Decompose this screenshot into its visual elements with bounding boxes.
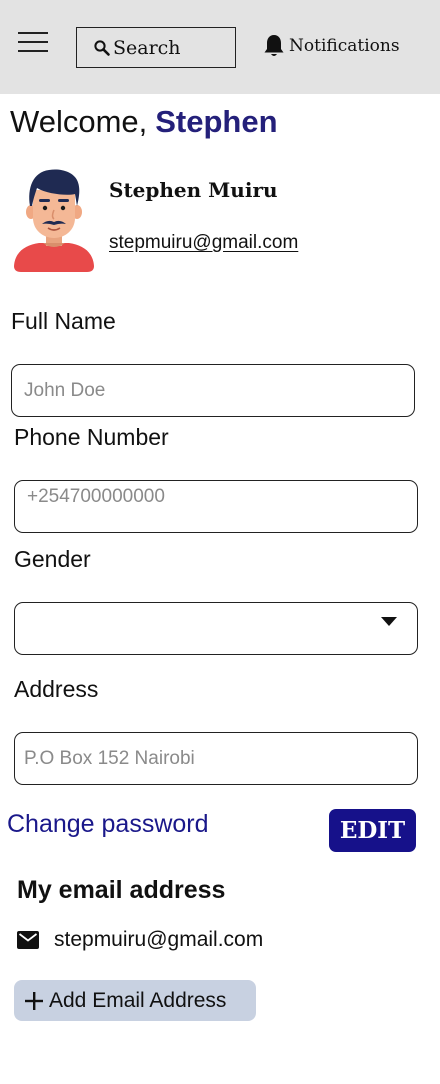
address-input[interactable] — [24, 733, 402, 784]
address-field[interactable] — [14, 732, 418, 785]
edit-button[interactable]: EDIT — [329, 809, 416, 852]
search-label: Search — [113, 36, 181, 59]
notifications-label: Notifications — [289, 36, 400, 56]
full-name-field[interactable] — [11, 364, 415, 417]
menu-icon[interactable] — [18, 32, 48, 52]
search-input[interactable]: Search — [76, 27, 236, 68]
welcome-username: Stephen — [155, 104, 278, 139]
email-section-heading: My email address — [17, 876, 226, 904]
full-name-label: Full Name — [11, 308, 116, 334]
change-password-link[interactable]: Change password — [7, 810, 209, 839]
gender-select[interactable] — [14, 602, 418, 655]
email-address-text: stepmuiru@gmail.com — [54, 928, 264, 951]
search-icon — [94, 39, 110, 56]
welcome-heading: Welcome, Stephen — [10, 104, 278, 140]
phone-number-label: Phone Number — [14, 424, 169, 450]
email-list-item: stepmuiru@gmail.com — [17, 928, 263, 952]
add-email-label: Add Email Address — [49, 988, 227, 1012]
phone-number-field[interactable] — [14, 471, 418, 533]
address-label: Address — [14, 676, 99, 702]
notifications-button[interactable]: Notifications — [262, 33, 400, 59]
top-bar: Search Notifications — [0, 0, 440, 94]
add-email-address-button[interactable]: Add Email Address — [14, 980, 256, 1021]
phone-number-input[interactable] — [27, 471, 405, 522]
profile-email-link[interactable]: stepmuiru@gmail.com — [109, 232, 298, 254]
bell-icon — [264, 35, 284, 56]
full-name-input[interactable] — [24, 365, 402, 416]
gender-label: Gender — [14, 546, 91, 572]
welcome-greeting: Welcome, — [10, 104, 148, 139]
avatar — [14, 169, 94, 272]
plus-icon — [25, 991, 43, 1010]
dropdown-caret-icon[interactable] — [381, 617, 397, 626]
profile-name: Stephen Muiru — [109, 178, 278, 202]
mail-icon — [17, 931, 39, 949]
